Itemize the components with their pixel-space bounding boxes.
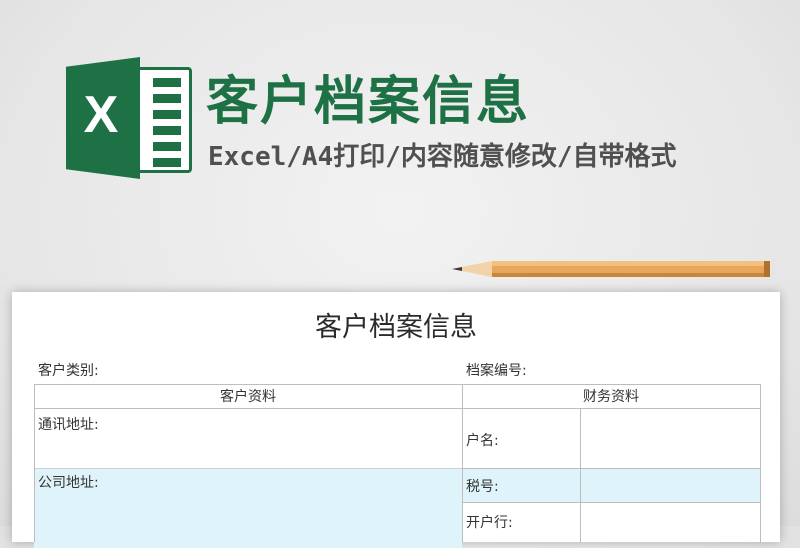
bank-label: 开户行: [466,515,513,531]
customer-info-section-header: 客户资料 [220,389,276,405]
account-name-label: 户名: [466,433,499,449]
excel-logo-icon: X [66,57,194,179]
archive-number-label: 档案编号: [466,363,527,379]
pencil-icon [452,261,770,277]
excel-x-glyph: X [83,86,119,144]
tax-number-label: 税号: [466,479,499,495]
mailing-address-label: 通讯地址: [38,417,99,433]
banner-title: 客户档案信息 [206,72,531,132]
form-title: 客户档案信息 [315,312,477,343]
company-address-label: 公司地址: [38,475,99,491]
form-preview-sheet: 客户档案信息 客户类别: 档案编号: 客户资料 财务资料 通讯地址: 公司地址:… [12,292,780,548]
banner-subtitle: Excel/A4打印/内容随意修改/自带格式 [208,142,677,172]
customer-category-label: 客户类别: [38,363,99,379]
finance-info-section-header: 财务资料 [583,389,639,405]
